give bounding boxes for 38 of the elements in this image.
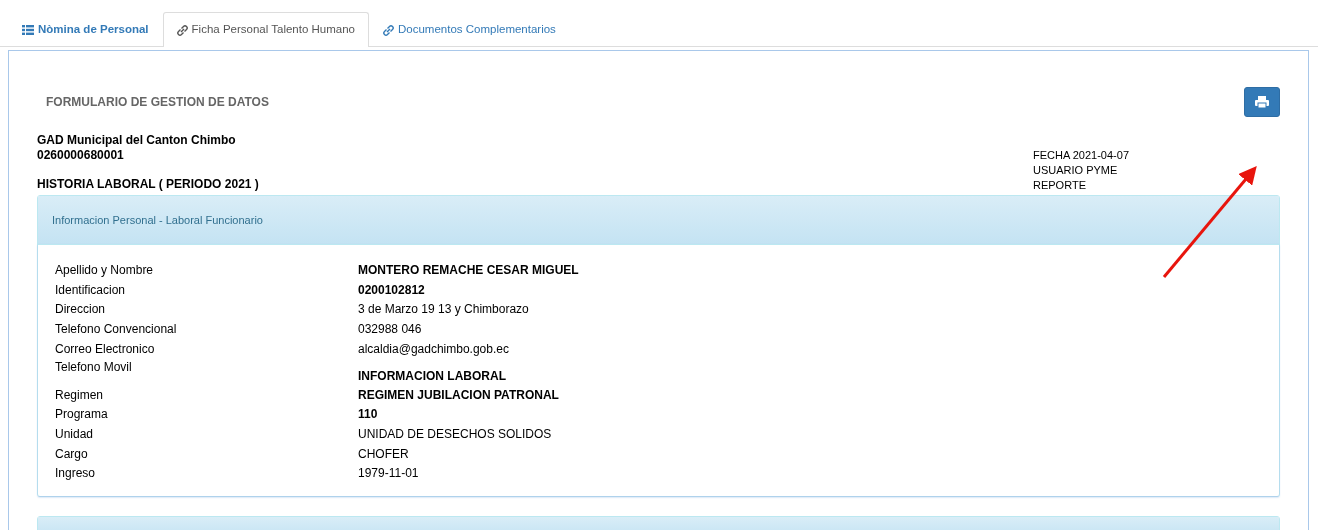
panel-heading: Informacion Personal - Laboral Funcionario [52, 212, 263, 228]
form-title: FORMULARIO DE GESTION DE DATOS [45, 94, 269, 111]
report-info: FECHA 2021-04-07 [1033, 148, 1129, 163]
field-value: 1979-11-01 [358, 465, 419, 483]
tab[interactable]: Documentos Complementarios [369, 12, 570, 47]
report-info: REPORTE [1033, 178, 1087, 193]
printer-icon [1255, 96, 1269, 108]
field-value: 0200102812 [358, 281, 425, 299]
field-label: Cargo [55, 445, 89, 463]
field-label: Direccion [55, 301, 106, 319]
field-value: CHOFER [358, 445, 409, 463]
print-button[interactable] [1244, 87, 1280, 117]
company-name: GAD Municipal del Canton Chimbo [37, 133, 237, 148]
field-value: 110 [358, 406, 378, 424]
field-value: 3 de Marzo 19 13 y Chimborazo [358, 301, 529, 319]
field-label: Programa [55, 406, 109, 424]
field-value: alcaldia@gadchimbo.gob.ec [358, 340, 509, 358]
company-ruc: 0260000680001 [37, 147, 125, 162]
field-label: Identificacion [55, 281, 127, 299]
tab[interactable]: Nòmina de Personal [8, 12, 163, 47]
field-value: INFORMACION LABORAL [358, 367, 506, 385]
link-icon [176, 24, 188, 36]
field-label: Apellido y Nombre [55, 262, 155, 279]
field-value: 032988 046 [358, 321, 422, 339]
tab[interactable]: Ficha Personal Talento Humano [162, 12, 369, 47]
report-info: USUARIO PYME [1033, 163, 1119, 178]
field-label: Regimen [55, 386, 105, 404]
field-label: Correo Electronico [55, 340, 156, 358]
field-label: Ingreso [55, 465, 97, 483]
field-label: Unidad [55, 425, 95, 443]
field-value: UNIDAD DE DESECHOS SOLIDOS [358, 425, 552, 443]
list-icon [22, 25, 34, 35]
link-icon [383, 24, 394, 36]
field-value: REGIMEN JUBILACION PATRONAL [358, 386, 559, 404]
field-label: Telefono Movil [55, 359, 133, 376]
report-heading: HISTORIA LABORAL ( PERIODO 2021 ) [37, 177, 260, 192]
field-value: MONTERO REMACHE CESAR MIGUEL [358, 262, 579, 279]
field-label: Telefono Convencional [55, 321, 178, 339]
